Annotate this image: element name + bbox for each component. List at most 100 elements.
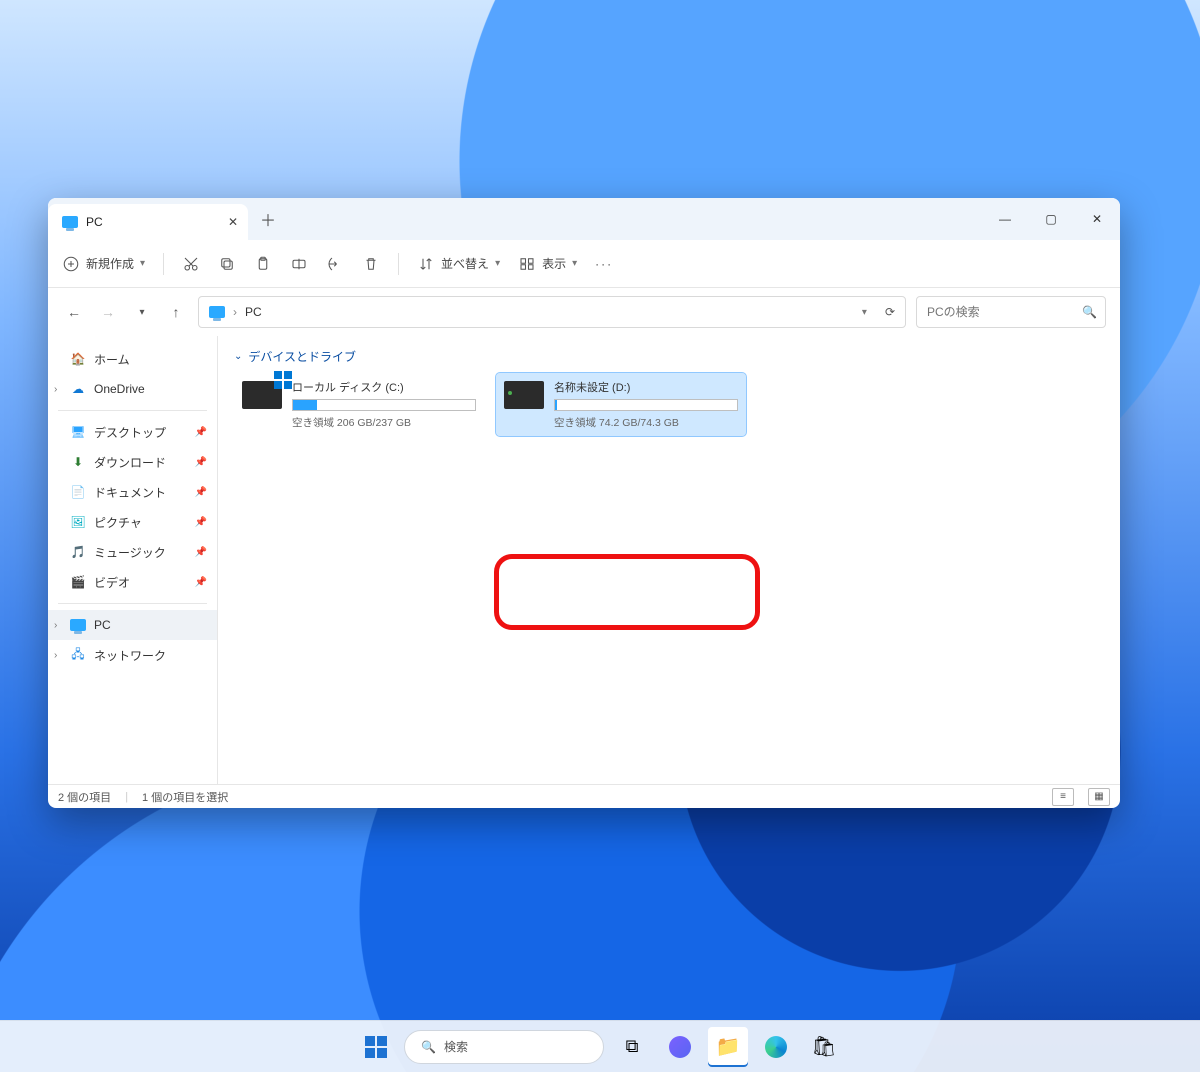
taskbar-search-label: 検索 xyxy=(444,1038,468,1055)
chat-button[interactable] xyxy=(660,1027,700,1067)
new-tab-button[interactable]: ＋ xyxy=(248,198,288,240)
cut-icon[interactable] xyxy=(182,255,200,273)
pin-icon: 📌 xyxy=(195,487,207,498)
titlebar: PC ✕ ＋ ― ▢ ✕ xyxy=(48,198,1120,240)
drive-usage-bar xyxy=(292,399,476,411)
view-label: 表示 xyxy=(542,255,566,272)
sidebar-network[interactable]: › 🖧 ネットワーク xyxy=(48,640,217,670)
drive-item[interactable]: ローカル ディスク (C:)空き領域 206 GB/237 GB xyxy=(234,373,484,436)
maximize-button[interactable]: ▢ xyxy=(1028,198,1074,240)
chevron-down-icon: ▾ xyxy=(572,258,577,269)
view-button[interactable]: 表示 ▾ xyxy=(518,255,577,273)
sidebar-onedrive[interactable]: › ☁ OneDrive xyxy=(48,374,217,404)
store-icon: 🛍 xyxy=(811,1034,836,1059)
file-explorer-window: PC ✕ ＋ ― ▢ ✕ 新規作成 ▾ 並べ替え ▾ xyxy=(48,198,1120,808)
sidebar-downloads[interactable]: ⬇ ダウンロード 📌 xyxy=(48,447,217,477)
picture-icon: 🖼 xyxy=(70,514,86,530)
selection-count: 1 個の項目を選択 xyxy=(142,789,228,805)
sidebar-label: PC xyxy=(94,618,111,632)
file-explorer-button[interactable]: 📁 xyxy=(708,1027,748,1067)
view-icon xyxy=(518,255,536,273)
sort-icon xyxy=(417,255,435,273)
sidebar-label: ドキュメント xyxy=(94,484,166,501)
item-count: 2 個の項目 xyxy=(58,789,111,805)
sidebar-home[interactable]: 🏠 ホーム xyxy=(48,344,217,374)
drive-icon xyxy=(504,381,544,409)
expand-icon[interactable]: › xyxy=(54,650,57,661)
sidebar-documents[interactable]: 📄 ドキュメント 📌 xyxy=(48,477,217,507)
pin-icon: 📌 xyxy=(195,457,207,468)
content-pane: ⌄ デバイスとドライブ ローカル ディスク (C:)空き領域 206 GB/23… xyxy=(218,336,1120,784)
sidebar-music[interactable]: 🎵 ミュージック 📌 xyxy=(48,537,217,567)
expand-icon[interactable]: › xyxy=(54,620,57,631)
sidebar-label: ネットワーク xyxy=(94,647,166,664)
close-window-button[interactable]: ✕ xyxy=(1074,198,1120,240)
group-devices-and-drives[interactable]: ⌄ デバイスとドライブ xyxy=(234,348,1104,365)
pin-icon: 📌 xyxy=(195,427,207,438)
pc-icon xyxy=(70,617,86,633)
new-button[interactable]: 新規作成 ▾ xyxy=(62,255,145,273)
sidebar-pictures[interactable]: 🖼 ピクチャ 📌 xyxy=(48,507,217,537)
drive-name: 名称未設定 (D:) xyxy=(554,379,738,395)
paste-icon[interactable] xyxy=(254,255,272,273)
address-bar[interactable]: › PC ▾ ⟳ xyxy=(198,296,906,328)
desktop-icon: 🖥 xyxy=(70,424,86,440)
search-icon: 🔍 xyxy=(421,1040,436,1054)
delete-icon[interactable] xyxy=(362,255,380,273)
back-button[interactable]: ← xyxy=(62,300,86,324)
minimize-button[interactable]: ― xyxy=(982,198,1028,240)
task-view-button[interactable]: ⧉ xyxy=(612,1027,652,1067)
command-bar: 新規作成 ▾ 並べ替え ▾ 表示 ▾ ··· xyxy=(48,240,1120,288)
group-title: デバイスとドライブ xyxy=(248,348,356,365)
search-box[interactable]: 🔍 xyxy=(916,296,1106,328)
chevron-down-icon[interactable]: ▾ xyxy=(862,307,867,318)
home-icon: 🏠 xyxy=(70,351,86,367)
expand-icon[interactable]: › xyxy=(54,384,57,395)
refresh-icon[interactable]: ⟳ xyxy=(885,305,895,319)
edge-icon xyxy=(765,1036,787,1058)
more-button[interactable]: ··· xyxy=(595,257,613,271)
search-input[interactable] xyxy=(927,305,1082,319)
music-icon: 🎵 xyxy=(70,544,86,560)
sidebar-desktop[interactable]: 🖥 デスクトップ 📌 xyxy=(48,417,217,447)
sidebar-label: ビデオ xyxy=(94,574,130,591)
sidebar-label: ダウンロード xyxy=(94,454,166,471)
recent-locations-button[interactable]: ▾ xyxy=(130,300,154,324)
share-icon[interactable] xyxy=(326,255,344,273)
sidebar-label: ホーム xyxy=(94,351,130,368)
store-button[interactable]: 🛍 xyxy=(804,1027,844,1067)
chevron-down-icon: ▾ xyxy=(140,258,145,269)
drive-name: ローカル ディスク (C:) xyxy=(292,379,476,395)
chevron-right-icon: › xyxy=(233,305,237,319)
drive-item[interactable]: 名称未設定 (D:) 空き領域 74.2 GB/74.3 GB xyxy=(496,373,746,436)
window-tab[interactable]: PC ✕ xyxy=(48,204,248,240)
sort-button[interactable]: 並べ替え ▾ xyxy=(417,255,500,273)
close-tab-icon[interactable]: ✕ xyxy=(228,215,238,229)
sort-label: 並べ替え xyxy=(441,255,489,272)
start-button[interactable] xyxy=(356,1027,396,1067)
sidebar-label: OneDrive xyxy=(94,382,145,396)
breadcrumb-root[interactable]: PC xyxy=(245,305,262,319)
forward-button[interactable]: → xyxy=(96,300,120,324)
sidebar-label: ピクチャ xyxy=(94,514,142,531)
navigation-pane: 🏠 ホーム › ☁ OneDrive 🖥 デスクトップ 📌 ⬇ ダウンロード 📌… xyxy=(48,336,218,784)
chat-icon xyxy=(669,1036,691,1058)
taskbar-search[interactable]: 🔍 検索 xyxy=(404,1030,604,1064)
details-view-button[interactable]: ≡ xyxy=(1052,788,1074,806)
sidebar-label: ミュージック xyxy=(94,544,166,561)
copy-icon[interactable] xyxy=(218,255,236,273)
pc-icon xyxy=(209,306,225,318)
drive-icon xyxy=(242,381,282,409)
up-button[interactable]: ↑ xyxy=(164,300,188,324)
rename-icon[interactable] xyxy=(290,255,308,273)
drive-free-space: 空き領域 74.2 GB/74.3 GB xyxy=(554,415,738,430)
edge-button[interactable] xyxy=(756,1027,796,1067)
search-icon: 🔍 xyxy=(1082,305,1097,319)
sidebar-videos[interactable]: 🎬 ビデオ 📌 xyxy=(48,567,217,597)
tiles-view-button[interactable]: ▦ xyxy=(1088,788,1110,806)
cloud-icon: ☁ xyxy=(70,381,86,397)
document-icon: 📄 xyxy=(70,484,86,500)
sidebar-pc[interactable]: › PC xyxy=(48,610,217,640)
sidebar-label: デスクトップ xyxy=(94,424,166,441)
pc-icon xyxy=(62,216,78,228)
